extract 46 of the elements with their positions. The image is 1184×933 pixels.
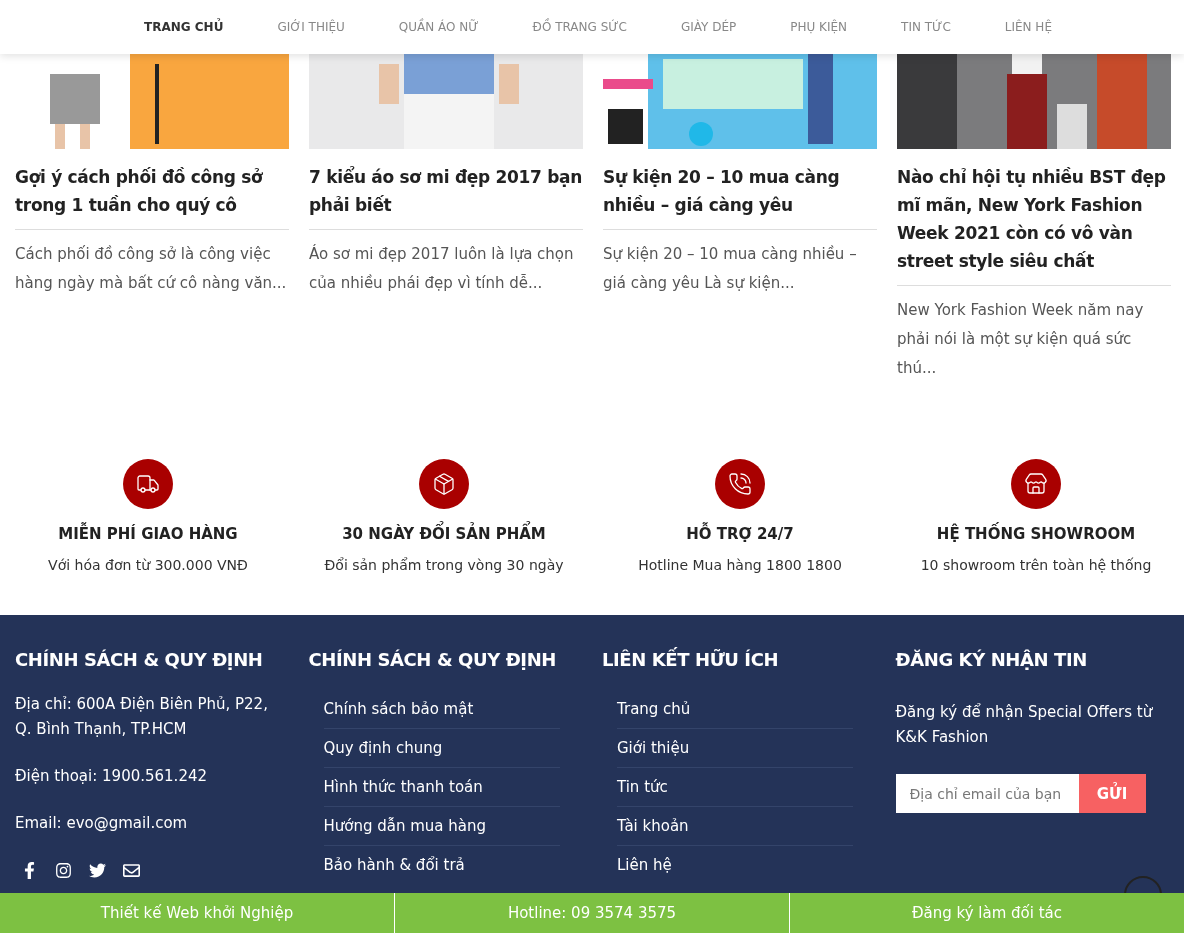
article-title[interactable]: Gợi ý cách phối đồ công sở trong 1 tuần cho quý cô (15, 163, 289, 230)
footer-link[interactable]: Quy định chung (323, 729, 560, 768)
footer-link[interactable]: Tin tức (617, 768, 853, 807)
nav-link[interactable]: GIÀY DÉP (653, 0, 764, 54)
footer-link[interactable]: Hướng dẫn mua hàng (323, 807, 560, 846)
contact-info: Email: evo@gmail.com (15, 813, 189, 834)
nav-link[interactable]: TIN TỨC (874, 0, 978, 54)
article-excerpt: Cách phối đồ công sở là công việc hàng ngày mà bất cứ cô nàng văn... (15, 244, 288, 294)
article-excerpt: Áo sơ mi đẹp 2017 luôn là lựa chọn của nhiều phái đẹp vì tính dễ... (309, 243, 575, 294)
footer-heading: CHÍNH SÁCH & QUY ĐỊNH (15, 649, 264, 670)
feature-text: 10 showroom trên toàn hệ thống (920, 557, 1152, 573)
footer-link[interactable]: Giới thiệu (617, 729, 853, 768)
email-field[interactable]: Địa chỉ email của bạn (895, 774, 1079, 813)
footer-heading: CHÍNH SÁCH & QUY ĐỊNH (308, 649, 557, 670)
nav-link[interactable]: TRANG CHỦ (117, 0, 251, 54)
phone-icon (715, 459, 765, 509)
box-icon (419, 459, 469, 509)
article-excerpt: Sự kiện 20 – 10 mua càng nhiều – giá càng yêu Là sự kiện... (603, 244, 858, 294)
footer-link[interactable]: Liên hệ (617, 846, 853, 884)
article-title[interactable]: Nào chỉ hội tụ nhiều BST đẹp mĩ mãn, New York Fashion Week 2021 còn có vô vàn street style siêu chất (897, 163, 1171, 286)
twitter-icon[interactable] (89, 862, 106, 879)
article-title[interactable]: Sự kiện 20 – 10 mua càng nhiều – giá càng yêu (603, 163, 877, 230)
article-title[interactable]: 7 kiểu áo sơ mi đẹp 2017 bạn phải biết (309, 163, 583, 230)
contact-info: Điện thoại: 1900.561.242 (15, 766, 208, 787)
mail-icon[interactable] (123, 862, 140, 879)
contact-info: Địa chỉ: 600A Điện Biên Phủ, P22, Q. Bình Thạnh, TP.HCM (15, 694, 269, 740)
store-icon (1011, 459, 1061, 509)
footer-link[interactable]: Chính sách bảo mật (323, 690, 560, 729)
footer-link[interactable]: Hình thức thanh toán (323, 768, 560, 807)
feature-text: Với hóa đơn từ 300.000 VNĐ (48, 557, 248, 573)
feature-text: Đổi sản phẩm trong vòng 30 ngày (324, 557, 564, 573)
nav-link[interactable]: PHỤ KIỆN (763, 0, 875, 54)
footer-heading: ĐĂNG KÝ NHẬN TIN (895, 649, 1088, 670)
article-excerpt: New York Fashion Week năm nay phải nói là một sự kiện quá sức thú... (897, 300, 1145, 379)
footer-link[interactable]: Tài khoản (617, 807, 853, 846)
newsletter-text: Đăng ký để nhận Special Offers từ K&K Fashion (895, 702, 1154, 748)
nav-link[interactable]: GIỚI THIỆU (250, 0, 372, 54)
truck-icon (123, 459, 173, 509)
footer-link[interactable]: Bảo hành & đổi trả (323, 846, 560, 884)
nav-link[interactable]: ĐỒ TRANG SỨC (505, 0, 654, 54)
footer-heading: LIÊN KẾT HỮU ÍCH (602, 649, 780, 670)
nav-link[interactable]: QUẦN ÁO NỮ (371, 0, 506, 54)
instagram-icon[interactable] (55, 862, 72, 879)
feature-text: Hotline Mua hàng 1800 1800 (638, 557, 842, 573)
nav-link[interactable]: LIÊN HỆ (977, 0, 1079, 54)
footer-link[interactable]: Trang chủ (617, 690, 853, 729)
